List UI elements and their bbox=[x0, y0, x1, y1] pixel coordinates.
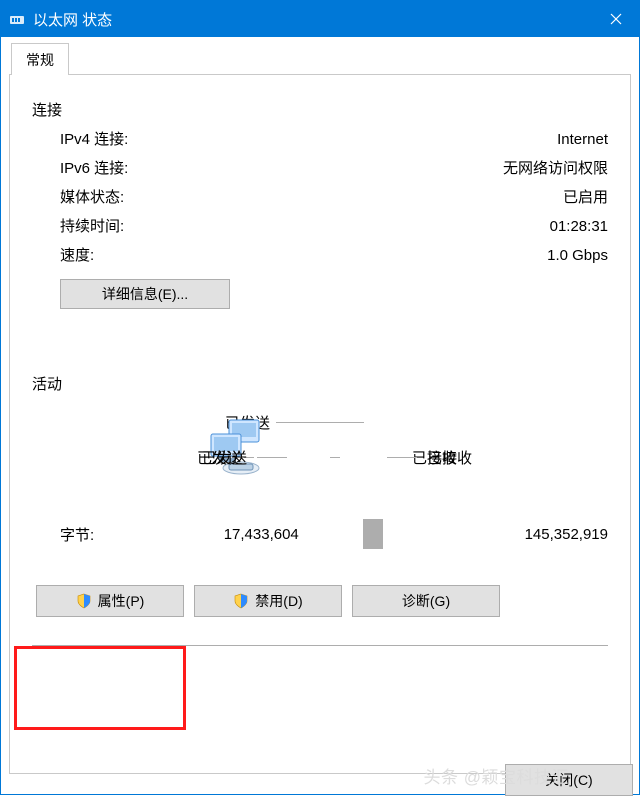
diagnose-button-label: 诊断(G) bbox=[402, 591, 450, 611]
close-button[interactable] bbox=[593, 1, 639, 37]
close-dialog-button[interactable]: 关闭(C) bbox=[505, 764, 633, 796]
value-duration: 01:28:31 bbox=[550, 218, 608, 235]
titlebar: 以太网 状态 bbox=[1, 1, 639, 37]
bytes-separator bbox=[363, 519, 383, 549]
bytes-row: 字节: 17,433,604 145,352,919 bbox=[32, 519, 608, 549]
tab-strip: 常规 bbox=[9, 43, 631, 75]
row-media: 媒体状态: 已启用 bbox=[60, 186, 608, 207]
label-ipv4: IPv4 连接: bbox=[60, 128, 128, 149]
ethernet-icon bbox=[9, 11, 25, 27]
received-col-header: 已接收 bbox=[427, 447, 472, 468]
separator-line bbox=[32, 645, 608, 646]
shield-icon bbox=[76, 593, 92, 609]
disable-button-label: 禁用(D) bbox=[255, 591, 302, 611]
label-ipv6: IPv6 连接: bbox=[60, 157, 128, 178]
sent-col-header: 已发送 bbox=[202, 447, 247, 468]
row-speed: 速度: 1.0 Gbps bbox=[60, 244, 608, 265]
row-duration: 持续时间: 01:28:31 bbox=[60, 215, 608, 236]
diagnose-button[interactable]: 诊断(G) bbox=[352, 585, 500, 617]
value-media: 已启用 bbox=[563, 186, 608, 207]
bytes-received: 145,352,919 bbox=[448, 526, 608, 543]
screenshot-highlight bbox=[14, 646, 186, 730]
shield-icon bbox=[233, 593, 249, 609]
tab-general-label: 常规 bbox=[26, 52, 54, 68]
ethernet-status-dialog: 以太网 状态 常规 连接 IPv4 连接: Internet IPv6 连接: … bbox=[0, 0, 640, 795]
value-ipv4: Internet bbox=[557, 131, 608, 148]
label-duration: 持续时间: bbox=[60, 215, 124, 236]
row-ipv4: IPv4 连接: Internet bbox=[60, 128, 608, 149]
tab-general[interactable]: 常规 bbox=[11, 43, 69, 75]
label-speed: 速度: bbox=[60, 244, 94, 265]
value-speed: 1.0 Gbps bbox=[547, 247, 608, 264]
action-buttons: 属性(P) 禁用(D) 诊断(G) bbox=[32, 585, 608, 617]
section-connection-label: 连接 bbox=[32, 99, 608, 120]
bytes-label: 字节: bbox=[60, 524, 94, 545]
disable-button[interactable]: 禁用(D) bbox=[194, 585, 342, 617]
dialog-title: 以太网 状态 bbox=[33, 9, 593, 30]
bytes-sent: 17,433,604 bbox=[159, 526, 299, 543]
close-dialog-label: 关闭(C) bbox=[545, 770, 592, 790]
value-ipv6: 无网络访问权限 bbox=[503, 157, 608, 178]
row-ipv6: IPv6 连接: 无网络访问权限 bbox=[60, 157, 608, 178]
close-icon bbox=[610, 13, 622, 25]
tab-panel-general: 连接 IPv4 连接: Internet IPv6 连接: 无网络访问权限 媒体… bbox=[9, 74, 631, 774]
properties-button[interactable]: 属性(P) bbox=[36, 585, 184, 617]
client-area: 常规 连接 IPv4 连接: Internet IPv6 连接: 无网络访问权限… bbox=[1, 37, 639, 794]
label-media: 媒体状态: bbox=[60, 186, 124, 207]
details-button-label: 详细信息(E)... bbox=[102, 284, 188, 304]
details-button[interactable]: 详细信息(E)... bbox=[60, 279, 230, 309]
section-activity-label: 活动 bbox=[32, 373, 608, 394]
properties-button-label: 属性(P) bbox=[98, 591, 145, 611]
